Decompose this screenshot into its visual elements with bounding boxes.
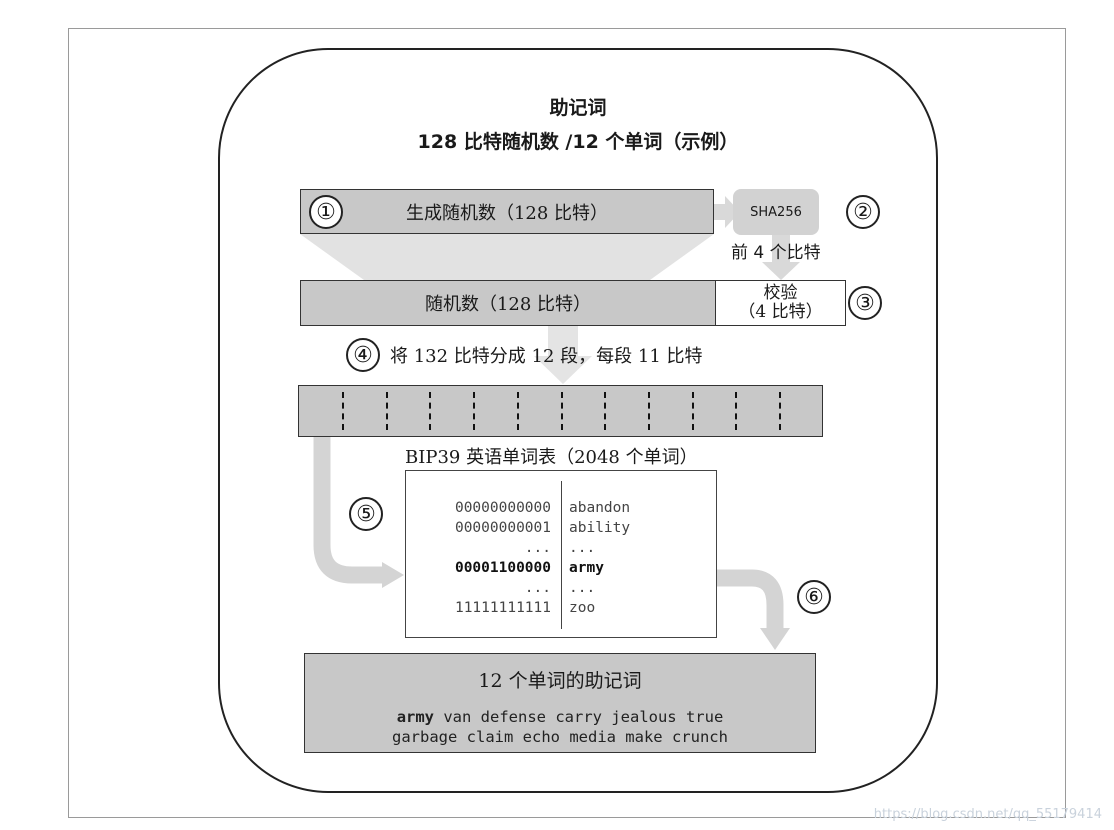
segment-divider [735, 392, 737, 430]
watermark: https://blog.csdn.net/qq_55179414 [873, 807, 1102, 822]
step-3-badge: ③ [848, 286, 882, 320]
segment-divider [692, 392, 694, 430]
segment-bar [298, 385, 823, 437]
diagram-title: 助记词 [549, 97, 607, 119]
mnemonic-box: 12 个单词的助记词 army van defense carry jealou… [304, 653, 816, 753]
segment-divider [561, 392, 563, 430]
split-label: 将 132 比特分成 12 段，每段 11 比特 [390, 346, 703, 367]
checksum-box: 校验 （4 比特） [715, 280, 846, 326]
wordlist-bits: 11111111111 [454, 600, 551, 616]
step-4-badge: ④ [346, 338, 380, 372]
wordlist-bits: ... [524, 540, 551, 556]
step-5-badge: ⑤ [349, 497, 383, 531]
wordlist-word: zoo [569, 600, 596, 616]
segment-divider [342, 392, 344, 430]
segment-divider [429, 392, 431, 430]
wordlist-word-column: abandon ability ... army ... zoo [569, 498, 630, 618]
segment-divider [473, 392, 475, 430]
mnemonic-line-2: garbage claim echo media make crunch [392, 728, 728, 746]
wordlist-table: 00000000000 00000000001 ... 00001100000 … [405, 470, 717, 638]
checksum-label: 校验 [763, 283, 798, 303]
generate-random-box: 生成随机数（128 比特） [300, 189, 714, 234]
diagram-subtitle: 128 比特随机数 /12 个单词（示例） [417, 131, 739, 153]
segment-divider [517, 392, 519, 430]
wordlist-word-highlight: army [569, 560, 604, 576]
mnemonic-first-word: army [396, 708, 435, 726]
wordlist-divider [561, 481, 562, 629]
segment-divider [604, 392, 606, 430]
arrow-head-wordlist [382, 562, 404, 588]
wordlist-word: ... [569, 580, 596, 596]
segment-divider [779, 392, 781, 430]
sha256-box: SHA256 [733, 189, 819, 235]
step-2-badge: ② [846, 195, 880, 229]
mnemonic-words: army van defense carry jealous true garb… [305, 707, 815, 747]
checksum-bits-label: （4 比特） [738, 302, 823, 322]
wordlist-bits: 00000000001 [454, 520, 551, 536]
wordlist-bits: ... [524, 580, 551, 596]
arrow-head-mnemonic [760, 628, 790, 650]
wordlist-bits-column: 00000000000 00000000001 ... 00001100000 … [406, 498, 551, 618]
wordlist-title: BIP39 英语单词表（2048 个单词） [405, 447, 698, 468]
wordlist-bits-highlight: 00001100000 [454, 560, 551, 576]
wordlist-bits: 00000000000 [454, 500, 551, 516]
generate-random-label: 生成随机数（128 比特） [405, 202, 609, 224]
sha256-label: SHA256 [750, 204, 802, 220]
mnemonic-line-1: army van defense carry jealous true [305, 707, 815, 727]
step-6-badge: ⑥ [797, 580, 831, 614]
funnel-shape [300, 234, 714, 280]
mnemonic-title: 12 个单词的助记词 [478, 670, 642, 692]
wordlist-word: abandon [569, 500, 631, 516]
random-number-box: 随机数（128 比特） [300, 280, 716, 326]
segment-divider [386, 392, 388, 430]
step-1-badge: ① [309, 195, 343, 229]
random-number-label: 随机数（128 比特） [424, 294, 592, 315]
wordlist-word: ... [569, 540, 596, 556]
mnemonic-line-1-rest: van defense carry jealous true [434, 708, 724, 726]
first-4-bits-label: 前 4 个比特 [731, 243, 821, 263]
wordlist-word: ability [569, 520, 631, 536]
segment-divider [648, 392, 650, 430]
arrow-to-mnemonic [717, 569, 784, 630]
